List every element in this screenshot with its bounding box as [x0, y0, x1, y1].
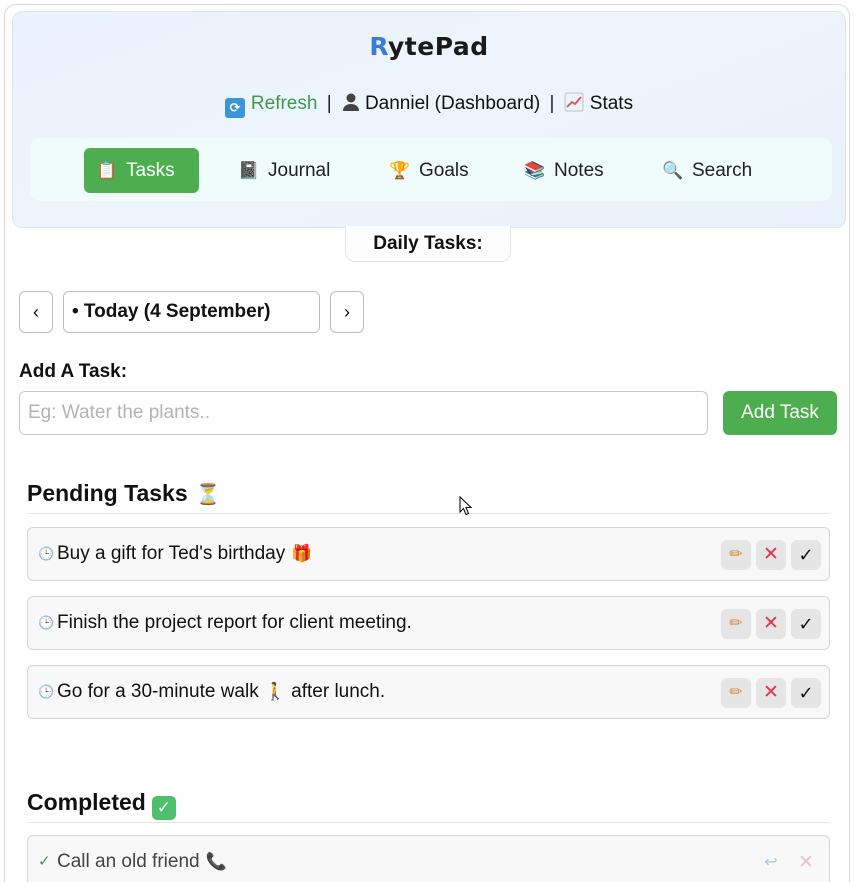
divider: [27, 513, 830, 514]
separator: |: [326, 93, 332, 114]
clock-icon: 🕒: [38, 615, 55, 630]
clock-icon: 🕒: [38, 546, 55, 561]
task-row: 🕒 Go for a 30-minute walk 🚶 after lunch. …: [27, 665, 830, 719]
tab-label: Tasks: [126, 160, 175, 181]
completed-heading: Completed ✓: [27, 789, 176, 820]
task-actions: ↩ ✕: [751, 848, 821, 878]
task-row: ✓ Call an old friend 📞 ↩ ✕: [27, 835, 830, 882]
tab-notes[interactable]: 📚 Notes: [512, 148, 618, 193]
refresh-link[interactable]: ⟳ Refresh: [224, 93, 318, 118]
task-text: Finish the project report for client mee…: [57, 612, 412, 633]
next-day-button[interactable]: ›: [330, 291, 364, 333]
stats-label: Stats: [589, 93, 634, 114]
separator: |: [549, 93, 555, 114]
delete-button[interactable]: ✕: [756, 678, 786, 708]
section-title: Daily Tasks:: [345, 226, 511, 262]
task-label-suffix: after lunch.: [291, 681, 386, 702]
notebook-icon: 📓: [238, 161, 260, 180]
delete-button[interactable]: ✕: [756, 609, 786, 639]
refresh-icon: ⟳: [224, 98, 245, 118]
task-actions: ✏ ✕ ✓: [716, 678, 821, 708]
date-selector[interactable]: • Today (4 September): [63, 291, 320, 333]
complete-button[interactable]: ✓: [791, 678, 821, 708]
edit-button[interactable]: ✏: [721, 678, 751, 708]
done-check-icon: ✓: [38, 853, 51, 870]
pending-heading: Pending Tasks ⏳: [27, 480, 221, 507]
add-task-button[interactable]: Add Task: [723, 391, 837, 435]
tab-goals[interactable]: 🏆 Goals: [377, 148, 483, 193]
delete-button[interactable]: ✕: [791, 848, 821, 878]
tab-label: Search: [692, 160, 753, 181]
check-box-icon: ✓: [151, 796, 176, 820]
edit-button[interactable]: ✏: [721, 540, 751, 570]
tab-label: Notes: [554, 160, 604, 181]
clock-icon: 🕒: [38, 684, 55, 699]
add-task-label: Add A Task:: [19, 361, 128, 382]
gift-icon: 🎁: [291, 544, 313, 563]
complete-button[interactable]: ✓: [791, 609, 821, 639]
divider: [27, 822, 830, 823]
tab-label: Journal: [268, 160, 331, 181]
complete-button[interactable]: ✓: [791, 540, 821, 570]
task-row: 🕒 Buy a gift for Ted's birthday 🎁 ✏ ✕ ✓: [27, 527, 830, 581]
refresh-label: Refresh: [250, 93, 318, 114]
task-label: Buy a gift for Ted's birthday: [57, 543, 286, 564]
tab-journal[interactable]: 📓 Journal: [226, 148, 344, 193]
magnifier-icon: 🔍: [662, 161, 684, 180]
task-text: Call an old friend 📞: [57, 836, 227, 882]
app-logo: RytePad: [13, 32, 845, 61]
dashboard-link[interactable]: Danniel (Dashboard): [341, 93, 540, 114]
task-label: Call an old friend: [57, 851, 200, 872]
pending-heading-text: Pending Tasks: [27, 480, 188, 506]
undo-button[interactable]: ↩: [756, 848, 786, 878]
main-nav: 📋 Tasks 📓 Journal 🏆 Goals 📚 Notes 🔍 Search: [30, 138, 832, 201]
user-label: Danniel (Dashboard): [364, 93, 541, 114]
delete-button[interactable]: ✕: [756, 540, 786, 570]
tab-label: Goals: [419, 160, 469, 181]
clipboard-icon: 📋: [96, 161, 118, 180]
task-row: 🕒 Finish the project report for client m…: [27, 596, 830, 650]
tab-search[interactable]: 🔍 Search: [650, 148, 766, 193]
task-input[interactable]: [19, 391, 708, 435]
phone-icon: 📞: [205, 852, 227, 871]
mouse-cursor-icon: [459, 496, 473, 516]
stats-link[interactable]: Stats: [564, 92, 634, 114]
walking-person-icon: 🚶: [264, 682, 286, 701]
user-bar: ⟳ Refresh | Danniel (Dashboard) | Stats: [13, 92, 845, 118]
completed-heading-text: Completed: [27, 789, 146, 815]
chart-icon: [564, 92, 584, 112]
tab-tasks[interactable]: 📋 Tasks: [84, 148, 199, 193]
logo-initial: R: [369, 32, 388, 61]
task-label: Go for a 30-minute walk: [57, 681, 259, 702]
books-icon: 📚: [524, 161, 546, 180]
edit-button[interactable]: ✏: [721, 609, 751, 639]
task-actions: ✏ ✕ ✓: [716, 540, 821, 570]
task-text: Go for a 30-minute walk 🚶 after lunch.: [57, 666, 385, 718]
hourglass-icon: ⏳: [195, 484, 221, 506]
trophy-icon: 🏆: [389, 161, 411, 180]
logo-text: ytePad: [388, 32, 489, 61]
task-actions: ✏ ✕ ✓: [716, 609, 821, 639]
user-icon: [341, 92, 359, 112]
prev-day-button[interactable]: ‹: [19, 291, 53, 333]
task-text: Buy a gift for Ted's birthday 🎁: [57, 528, 312, 580]
